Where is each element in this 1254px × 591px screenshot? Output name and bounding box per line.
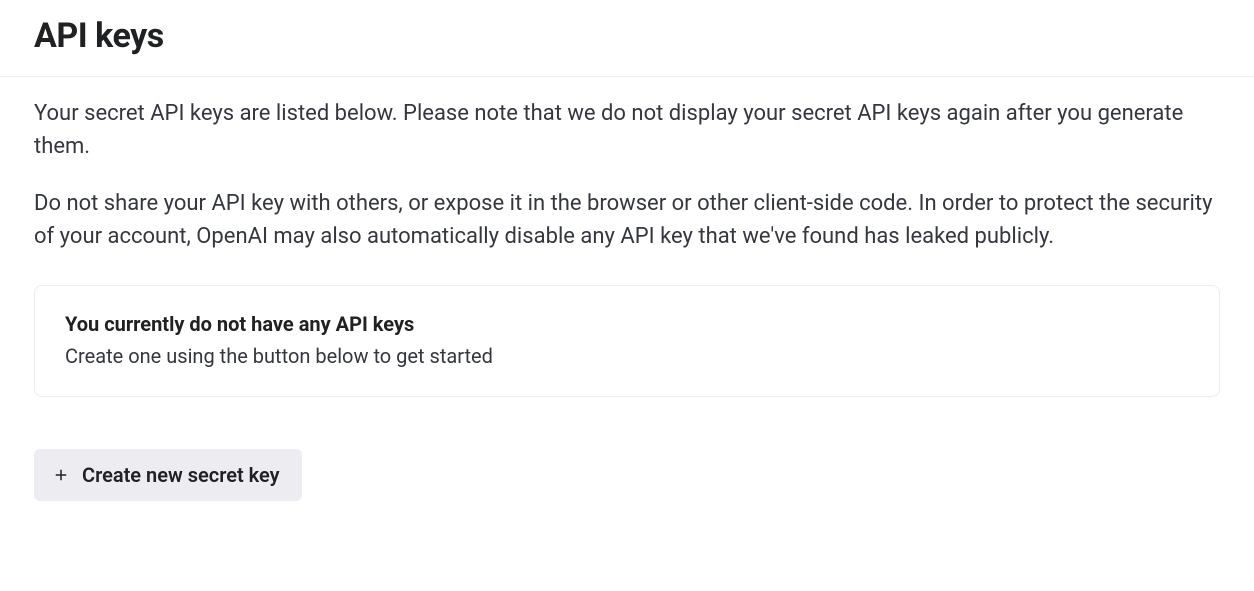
empty-state-panel: You currently do not have any API keys C… xyxy=(34,285,1220,397)
plus-icon xyxy=(52,466,70,484)
empty-state-subtitle: Create one using the button below to get… xyxy=(65,344,1189,368)
create-button-label: Create new secret key xyxy=(82,463,280,487)
page-header: API keys xyxy=(0,0,1254,77)
description-text-1: Your secret API keys are listed below. P… xyxy=(34,97,1220,163)
description-text-2: Do not share your API key with others, o… xyxy=(34,187,1220,253)
page-content: Your secret API keys are listed below. P… xyxy=(0,77,1254,535)
empty-state-title: You currently do not have any API keys xyxy=(65,312,1189,336)
create-secret-key-button[interactable]: Create new secret key xyxy=(34,449,302,501)
page-title: API keys xyxy=(34,16,1220,56)
